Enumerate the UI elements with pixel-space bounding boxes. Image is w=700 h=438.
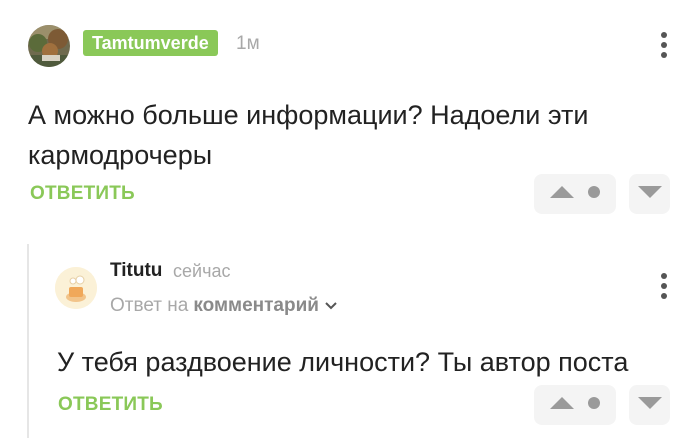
reply-to-line: Ответ на комментарий xyxy=(110,295,338,317)
kebab-menu-icon[interactable] xyxy=(656,31,672,61)
downvote-button[interactable] xyxy=(629,385,670,425)
comment-text: А можно больше информации? Надоели эти к… xyxy=(28,100,589,170)
reply-button[interactable]: ОТВЕТИТЬ xyxy=(30,183,135,205)
author-avatar[interactable] xyxy=(28,25,70,67)
reply-to-link[interactable]: комментарий xyxy=(193,295,319,317)
kebab-menu-icon[interactable] xyxy=(656,272,672,302)
author-name[interactable]: Tamtumverde xyxy=(83,30,218,56)
reply-to-prefix: Ответ на xyxy=(110,295,189,316)
upvote-icon[interactable] xyxy=(549,396,575,415)
rating-dot-icon xyxy=(587,185,601,204)
reply-comment: Titutu сейчас Ответ на комментарий У теб… xyxy=(0,222,700,438)
comment-time: 1м xyxy=(236,33,260,54)
vote-group xyxy=(534,385,616,425)
comment: Tamtumverde 1м А можно больше информации… xyxy=(0,0,700,222)
downvote-icon xyxy=(637,185,663,204)
vote-group xyxy=(534,174,616,214)
comment-time: сейчас xyxy=(173,261,231,281)
reply-button[interactable]: ОТВЕТИТЬ xyxy=(58,394,163,416)
upvote-icon[interactable] xyxy=(549,185,575,204)
comment-text: У тебя раздвоение личности? Ты автор пос… xyxy=(57,347,629,377)
author-name[interactable]: Titutu xyxy=(110,260,162,282)
chevron-down-icon[interactable] xyxy=(324,295,338,317)
author-avatar[interactable] xyxy=(55,267,97,309)
rating-dot-icon xyxy=(587,396,601,415)
downvote-button[interactable] xyxy=(629,174,670,214)
downvote-icon xyxy=(637,396,663,415)
